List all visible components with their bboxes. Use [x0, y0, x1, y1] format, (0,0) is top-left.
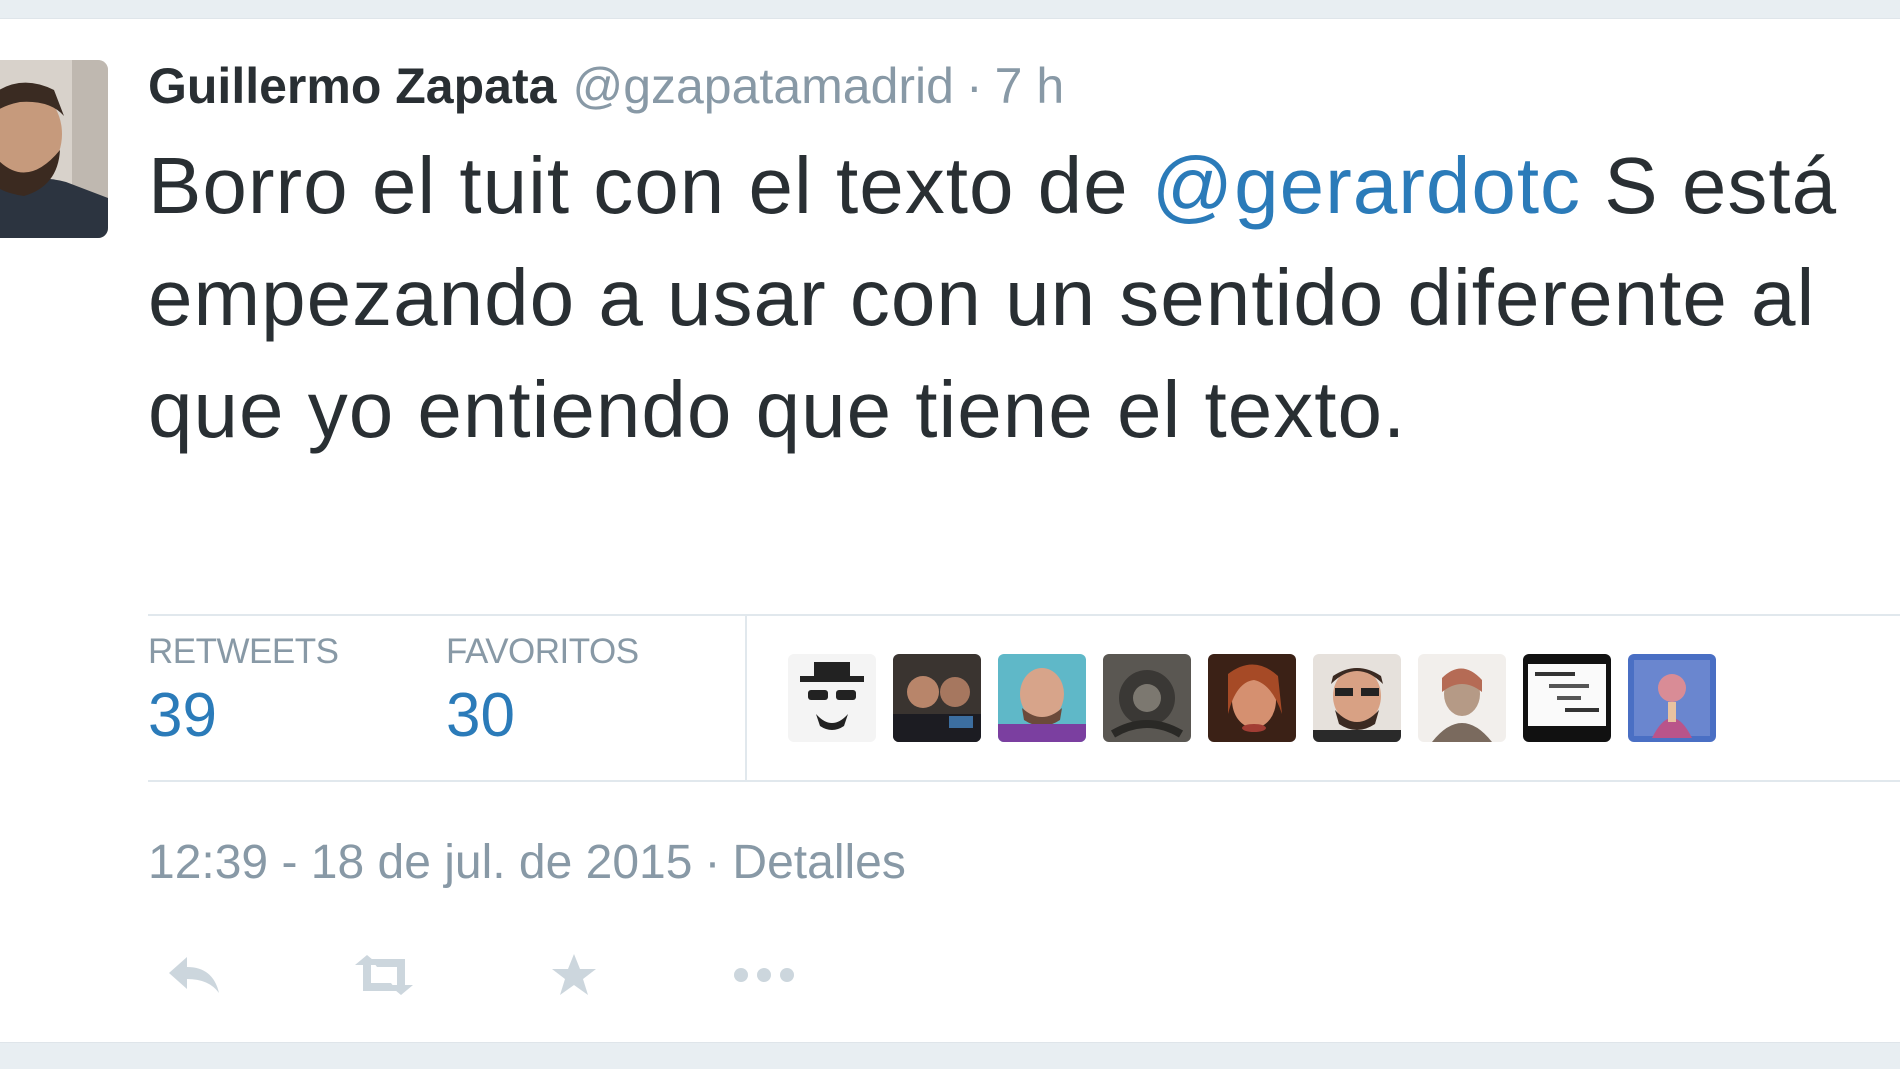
- retweets-count: 39: [148, 681, 217, 750]
- favorite-star-icon: [552, 954, 596, 995]
- retweets-label: RETWEETS: [148, 632, 339, 671]
- timestamp-separator: ·: [704, 836, 721, 889]
- favoriter-avatar[interactable]: [998, 654, 1086, 742]
- retweet-button[interactable]: [340, 945, 428, 1005]
- favorites-count: 30: [446, 681, 515, 750]
- reply-button[interactable]: [150, 945, 238, 1005]
- favoriter-avatar[interactable]: [1523, 654, 1611, 742]
- retweets-stat[interactable]: RETWEETS 39: [148, 632, 339, 751]
- tweet-timestamp-line: 12:39 - 18 de jul. de 2015 · Detalles: [148, 835, 906, 890]
- author-name[interactable]: Guillermo Zapata: [148, 58, 556, 114]
- stats-vertical-divider: [745, 614, 747, 780]
- favorites-label: FAVORITOS: [446, 632, 639, 671]
- details-link[interactable]: Detalles: [732, 836, 905, 889]
- favoriters-avatar-list: [788, 654, 1716, 742]
- stats-top-divider: [148, 614, 1900, 616]
- tweet-text: Borro el tuit con el texto de @gerardotc…: [148, 130, 1900, 466]
- header-separator: ·: [965, 58, 983, 114]
- author-handle[interactable]: @gzapatamadrid: [572, 58, 954, 114]
- favoriter-avatar[interactable]: [893, 654, 981, 742]
- tweet-relative-time[interactable]: 7 h: [995, 58, 1065, 114]
- more-options-icon: [734, 968, 794, 982]
- reply-icon: [169, 957, 219, 993]
- more-options-button[interactable]: [720, 945, 808, 1005]
- favorite-button[interactable]: [530, 945, 618, 1005]
- favorites-stat[interactable]: FAVORITOS 30: [446, 632, 639, 751]
- retweet-icon: [355, 955, 413, 995]
- tweet-datetime[interactable]: 12:39 - 18 de jul. de 2015: [148, 836, 692, 889]
- tweet-text-start: Borro el tuit con el texto de: [148, 141, 1152, 230]
- favoriter-avatar[interactable]: [1208, 654, 1296, 742]
- favoriter-avatar[interactable]: [1628, 654, 1716, 742]
- author-avatar[interactable]: [0, 60, 108, 238]
- tweet-action-bar: [150, 945, 910, 1005]
- favoriter-avatar[interactable]: [788, 654, 876, 742]
- tweet-header: Guillermo Zapata @gzapatamadrid · 7 h: [148, 56, 1064, 116]
- stats-bottom-divider: [148, 780, 1900, 782]
- favoriter-avatar[interactable]: [1103, 654, 1191, 742]
- favoriter-avatar[interactable]: [1313, 654, 1401, 742]
- mention-link[interactable]: @gerardotc: [1152, 141, 1581, 230]
- favoriter-avatar[interactable]: [1418, 654, 1506, 742]
